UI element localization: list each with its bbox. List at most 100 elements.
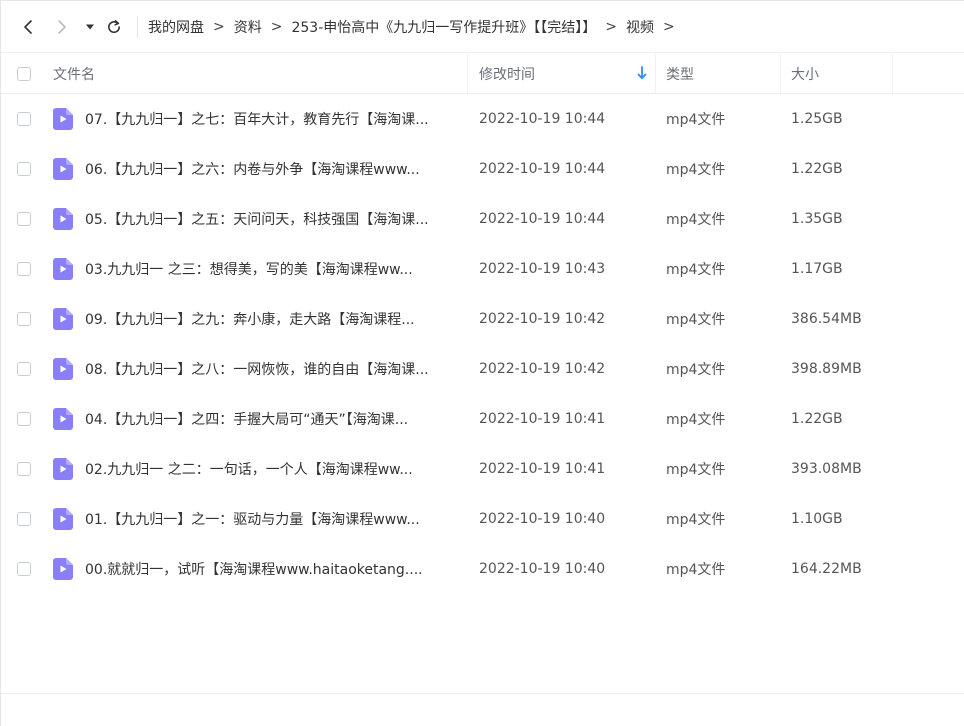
breadcrumb-separator: > bbox=[605, 18, 617, 35]
file-row[interactable]: 06.【九九归一】之六：内卷与外争【海淘课程www... 2022-10-19 1… bbox=[1, 144, 964, 194]
caret-down-icon bbox=[86, 24, 94, 29]
row-checkbox-cell bbox=[1, 412, 53, 426]
row-checkbox[interactable] bbox=[17, 162, 31, 176]
row-checkbox[interactable] bbox=[17, 562, 31, 576]
file-name[interactable]: 01.【九九归一】之一：驱动与力量【海淘课程www... bbox=[85, 509, 468, 529]
row-checkbox[interactable] bbox=[17, 112, 31, 126]
file-name[interactable]: 04.【九九归一】之四：手握大局可“通天”【海淘课... bbox=[85, 409, 468, 429]
breadcrumb-item-course[interactable]: 253-申怡高中《九九归一写作提升班》【【完结】】 bbox=[291, 17, 596, 37]
file-modified-time: 2022-10-19 10:41 bbox=[479, 411, 606, 427]
file-type: mp4文件 bbox=[666, 512, 726, 528]
file-type: mp4文件 bbox=[666, 112, 726, 128]
back-button[interactable] bbox=[11, 10, 45, 44]
file-size: 164.22MB bbox=[791, 561, 862, 577]
row-checkbox-cell bbox=[1, 512, 53, 526]
toolbar-divider bbox=[137, 15, 138, 38]
breadcrumb-separator[interactable]: > bbox=[663, 19, 675, 35]
column-header-type[interactable]: 类型 bbox=[656, 54, 781, 93]
row-checkbox-cell bbox=[1, 312, 53, 326]
video-file-icon bbox=[53, 558, 85, 580]
column-header-modified-label: 修改时间 bbox=[479, 66, 535, 83]
file-name[interactable]: 05.【九九归一】之五：天问问天，科技强国【海淘课... bbox=[85, 209, 468, 229]
row-checkbox-cell bbox=[1, 112, 53, 126]
row-checkbox[interactable] bbox=[17, 512, 31, 526]
video-file-icon bbox=[53, 508, 85, 530]
chevron-left-icon bbox=[24, 19, 32, 34]
row-checkbox-cell bbox=[1, 212, 53, 226]
file-name[interactable]: 09.【九九归一】之九：奔小康，走大路【海淘课程... bbox=[85, 309, 468, 329]
file-size: 393.08MB bbox=[791, 461, 862, 477]
breadcrumb-item-materials[interactable]: 资料 bbox=[234, 17, 262, 37]
file-type: mp4文件 bbox=[666, 262, 726, 278]
file-row[interactable]: 00.就就归一，试听【海淘课程www.haitaoketang.... 2022-… bbox=[1, 544, 964, 594]
video-file-icon bbox=[53, 408, 85, 430]
file-modified-time: 2022-10-19 10:44 bbox=[479, 211, 606, 227]
refresh-button[interactable] bbox=[101, 10, 127, 44]
file-modified-time: 2022-10-19 10:42 bbox=[479, 361, 606, 377]
file-size: 1.22GB bbox=[791, 411, 843, 427]
file-name[interactable]: 06.【九九归一】之六：内卷与外争【海淘课程www... bbox=[85, 159, 468, 179]
file-modified-time: 2022-10-19 10:42 bbox=[479, 311, 606, 327]
breadcrumb-separator: > bbox=[270, 18, 283, 35]
file-type: mp4文件 bbox=[666, 162, 726, 178]
file-size: 1.10GB bbox=[791, 511, 843, 527]
file-row[interactable]: 04.【九九归一】之四：手握大局可“通天”【海淘课... 2022-10-19 1… bbox=[1, 394, 964, 444]
breadcrumb-separator: > bbox=[213, 18, 225, 35]
file-modified-time: 2022-10-19 10:41 bbox=[479, 461, 606, 477]
arrow-down-icon bbox=[637, 66, 647, 80]
file-manager-window: 我的网盘 > 资料 > 253-申怡高中《九九归一写作提升班》【【完结】】 > … bbox=[0, 0, 964, 726]
file-size: 1.35GB bbox=[791, 211, 843, 227]
row-checkbox-cell bbox=[1, 162, 53, 176]
file-name[interactable]: 08.【九九归一】之八：一网恢恢，谁的自由【海淘课... bbox=[85, 359, 468, 379]
breadcrumb: 我的网盘 > 资料 > 253-申怡高中《九九归一写作提升班》【【完结】】 > … bbox=[148, 17, 684, 37]
video-file-icon bbox=[53, 158, 85, 180]
file-row[interactable]: 05.【九九归一】之五：天问问天，科技强国【海淘课... 2022-10-19 1… bbox=[1, 194, 964, 244]
file-type: mp4文件 bbox=[666, 462, 726, 478]
file-type: mp4文件 bbox=[666, 562, 726, 578]
row-checkbox[interactable] bbox=[17, 262, 31, 276]
file-row[interactable]: 09.【九九归一】之九：奔小康，走大路【海淘课程... 2022-10-19 10… bbox=[1, 294, 964, 344]
file-modified-time: 2022-10-19 10:40 bbox=[479, 561, 606, 577]
navigation-bar: 我的网盘 > 资料 > 253-申怡高中《九九归一写作提升班》【【完结】】 > … bbox=[1, 1, 964, 53]
file-name[interactable]: 03.九九归一 之三：想得美，写的美【海淘课程ww... bbox=[85, 259, 468, 279]
row-checkbox[interactable] bbox=[17, 362, 31, 376]
status-bar-divider bbox=[1, 693, 964, 694]
history-dropdown-button[interactable] bbox=[79, 10, 101, 44]
column-header-name[interactable]: 文件名 bbox=[53, 54, 468, 93]
select-all-cell bbox=[1, 54, 53, 93]
row-checkbox[interactable] bbox=[17, 462, 31, 476]
row-checkbox[interactable] bbox=[17, 412, 31, 426]
file-size: 398.89MB bbox=[791, 361, 862, 377]
video-file-icon bbox=[53, 258, 85, 280]
row-checkbox[interactable] bbox=[17, 312, 31, 326]
file-name[interactable]: 07.【九九归一】之七：百年大计，教育先行【海淘课... bbox=[85, 109, 468, 129]
file-row[interactable]: 01.【九九归一】之一：驱动与力量【海淘课程www... 2022-10-19 1… bbox=[1, 494, 964, 544]
column-header-modified[interactable]: 修改时间 bbox=[468, 54, 656, 93]
breadcrumb-item-videos[interactable]: 视频 bbox=[626, 17, 654, 37]
file-list: 07.【九九归一】之七：百年大计，教育先行【海淘课... 2022-10-19 1… bbox=[1, 94, 964, 594]
column-header-size[interactable]: 大小 bbox=[781, 54, 893, 93]
file-modified-time: 2022-10-19 10:44 bbox=[479, 161, 606, 177]
file-type: mp4文件 bbox=[666, 212, 726, 228]
forward-button[interactable] bbox=[45, 10, 79, 44]
video-file-icon bbox=[53, 208, 85, 230]
file-row[interactable]: 07.【九九归一】之七：百年大计，教育先行【海淘课... 2022-10-19 1… bbox=[1, 94, 964, 144]
file-type: mp4文件 bbox=[666, 362, 726, 378]
file-row[interactable]: 08.【九九归一】之八：一网恢恢，谁的自由【海淘课... 2022-10-19 1… bbox=[1, 344, 964, 394]
row-checkbox-cell bbox=[1, 462, 53, 476]
row-checkbox-cell bbox=[1, 262, 53, 276]
file-type: mp4文件 bbox=[666, 312, 726, 328]
chevron-right-icon bbox=[58, 19, 66, 34]
breadcrumb-item-root[interactable]: 我的网盘 bbox=[148, 17, 204, 37]
video-file-icon bbox=[53, 358, 85, 380]
row-checkbox[interactable] bbox=[17, 212, 31, 226]
file-size: 1.22GB bbox=[791, 161, 843, 177]
file-modified-time: 2022-10-19 10:44 bbox=[479, 111, 606, 127]
file-row[interactable]: 02.九九归一 之二：一句话，一个人【海淘课程ww... 2022-10-19 1… bbox=[1, 444, 964, 494]
select-all-checkbox[interactable] bbox=[17, 66, 31, 81]
video-file-icon bbox=[53, 308, 85, 330]
file-row[interactable]: 03.九九归一 之三：想得美，写的美【海淘课程ww... 2022-10-19 1… bbox=[1, 244, 964, 294]
file-name[interactable]: 00.就就归一，试听【海淘课程www.haitaoketang.... bbox=[85, 559, 468, 579]
file-type: mp4文件 bbox=[666, 412, 726, 428]
file-name[interactable]: 02.九九归一 之二：一句话，一个人【海淘课程ww... bbox=[85, 459, 468, 479]
